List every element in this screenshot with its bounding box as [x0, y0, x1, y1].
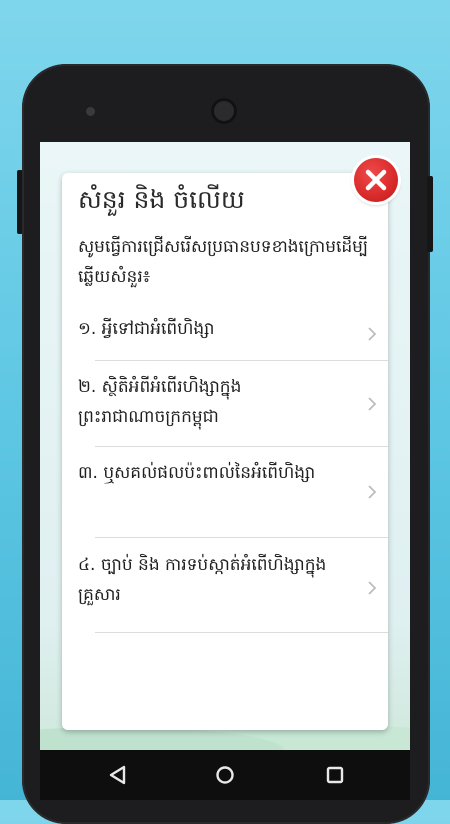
- chevron-right-icon: [368, 581, 377, 595]
- phone-power-button: [427, 176, 433, 252]
- chevron-right-icon: [368, 397, 377, 411]
- divider: [95, 537, 388, 538]
- divider: [95, 632, 388, 633]
- back-triangle-icon[interactable]: [103, 760, 133, 790]
- close-icon: [365, 169, 387, 191]
- list-item-label: ១. អ្វីទៅជាអំពើហិង្សា: [78, 319, 215, 339]
- list-item-topic-1[interactable]: ១. អ្វីទៅជាអំពើហិង្សា: [78, 314, 388, 354]
- list-item-topic-3[interactable]: ៣. ឬសគល់ផលប៉ះពាល់នៃអំពើហិង្សា: [78, 458, 388, 530]
- phone-sensor: [86, 107, 95, 116]
- front-camera: [211, 98, 237, 124]
- divider: [95, 446, 388, 447]
- dialog-instruction: សូមធ្វើការជ្រើសរើសប្រធានបទខាងក្រោមដើម្បី…: [78, 237, 369, 287]
- navigation-bar: [40, 750, 410, 800]
- list-item-label: ៣. ឬសគល់ផលប៉ះពាល់នៃអំពើហិង្សា: [78, 463, 316, 483]
- close-button[interactable]: [354, 158, 398, 202]
- recent-square-icon[interactable]: [320, 760, 350, 790]
- chevron-right-icon: [368, 485, 377, 499]
- list-item-topic-4[interactable]: ៤. ច្បាប់ និង ការទប់ស្កាត់អំពើហិង្សាក្នុ…: [78, 550, 388, 625]
- home-circle-icon[interactable]: [210, 760, 240, 790]
- list-item-topic-2[interactable]: ២. ស្ថិតិអំពីអំពើរហិង្សាក្នុងព្រះរាជាណាច…: [78, 372, 388, 442]
- chevron-right-icon: [368, 327, 377, 341]
- list-item-label: ៤. ច្បាប់ និង ការទប់ស្កាត់អំពើហិង្សាក្នុ…: [78, 555, 327, 605]
- list-item-label: ២. ស្ថិតិអំពីអំពើរហិង្សាក្នុងព្រះរាជាណាច…: [78, 377, 242, 427]
- dialog-title: សំនួរ និង ចំលើយ: [78, 185, 245, 214]
- divider: [95, 360, 388, 361]
